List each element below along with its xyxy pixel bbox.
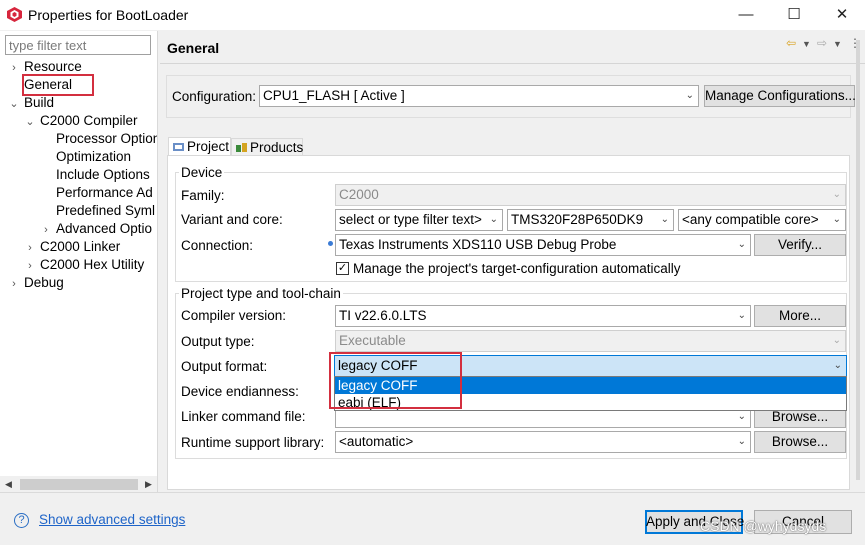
endianness-label: Device endianness: bbox=[181, 384, 299, 399]
toolchain-group-title: Project type and tool-chain bbox=[179, 286, 343, 301]
variant-select[interactable]: TMS320F28P650DK9 ⌄ bbox=[507, 209, 674, 231]
runtime-library-select[interactable]: <automatic> ⌄ bbox=[335, 431, 751, 453]
tree-item-label: Debug bbox=[24, 275, 64, 290]
expand-right-icon[interactable]: › bbox=[40, 221, 52, 239]
header-divider bbox=[160, 63, 865, 64]
core-select[interactable]: <any compatible core> ⌄ bbox=[678, 209, 846, 231]
tree-item-label: Performance Ad bbox=[56, 185, 153, 200]
manage-configurations-button[interactable]: Manage Configurations... bbox=[704, 85, 856, 107]
configuration-label: Configuration: bbox=[172, 89, 257, 104]
runtime-browse-button[interactable]: Browse... bbox=[754, 431, 846, 453]
tree-item[interactable]: › C2000 Hex Utility bbox=[0, 256, 157, 274]
vertical-scrollbar[interactable] bbox=[851, 32, 865, 492]
linker-command-file-label: Linker command file: bbox=[181, 409, 306, 424]
tree-item-label: C2000 Hex Utility bbox=[40, 257, 145, 272]
tree-item[interactable]: Optimization bbox=[0, 148, 157, 166]
chevron-down-icon: ⌄ bbox=[737, 239, 746, 250]
manage-target-config-checkbox[interactable]: ✓ bbox=[336, 262, 349, 275]
tree-item-label: Resource bbox=[24, 59, 82, 74]
title-bar: Properties for BootLoader — ☐ ✕ bbox=[0, 0, 865, 30]
forward-dropdown-icon[interactable]: ▼ bbox=[833, 39, 842, 49]
general-highlight-box bbox=[22, 74, 94, 96]
family-select: C2000 ⌄ bbox=[335, 184, 846, 206]
tree-item-label: C2000 Linker bbox=[40, 239, 121, 254]
chevron-down-icon: ⌄ bbox=[737, 436, 746, 447]
connection-label: Connection: bbox=[181, 238, 254, 253]
scroll-thumb[interactable] bbox=[856, 40, 860, 480]
chevron-down-icon: ⌄ bbox=[833, 360, 842, 371]
category-tree: › Resource General ⌄ Build ⌄ C2000 Compiler Pro… bbox=[0, 58, 157, 472]
tree-item-label: Predefined Syml bbox=[56, 203, 156, 218]
family-label: Family: bbox=[181, 188, 225, 203]
expand-down-icon[interactable]: ⌄ bbox=[8, 95, 20, 113]
output-type-select: Executable ⌄ bbox=[335, 330, 846, 352]
tree-item[interactable]: ⌄ C2000 Compiler bbox=[0, 112, 157, 130]
connection-select[interactable]: Texas Instruments XDS110 USB Debug Probe… bbox=[335, 234, 751, 256]
page-title: General bbox=[167, 40, 220, 56]
tree-item[interactable]: › Debug bbox=[0, 274, 157, 292]
expand-right-icon[interactable]: › bbox=[24, 239, 36, 257]
verify-button[interactable]: Verify... bbox=[754, 234, 846, 256]
chevron-down-icon: ⌄ bbox=[660, 214, 669, 225]
runtime-library-label: Runtime support library: bbox=[181, 435, 325, 450]
output-format-highlight-box bbox=[329, 352, 462, 409]
expand-right-icon[interactable]: › bbox=[8, 275, 20, 293]
chevron-down-icon: ⌄ bbox=[737, 310, 746, 321]
tree-item[interactable]: › Advanced Optio bbox=[0, 220, 157, 238]
more-button[interactable]: More... bbox=[754, 305, 846, 327]
category-panel: ›ResourceGeneral⌄Build⌄C2000 CompilerPro… bbox=[0, 31, 158, 493]
horizontal-scrollbar[interactable]: ◀ ▶ bbox=[0, 476, 157, 493]
app-logo-icon bbox=[7, 7, 22, 22]
close-button[interactable]: ✕ bbox=[819, 0, 865, 30]
chevron-down-icon: ⌄ bbox=[832, 214, 841, 225]
tree-item-label: Optimization bbox=[56, 149, 132, 164]
help-icon[interactable]: ? bbox=[14, 513, 29, 528]
expand-right-icon[interactable]: › bbox=[8, 59, 20, 77]
output-type-label: Output type: bbox=[181, 334, 255, 349]
show-advanced-settings-link[interactable]: Show advanced settings bbox=[39, 512, 185, 527]
tree-item-label: Processor Option bbox=[56, 131, 157, 146]
expand-right-icon[interactable]: › bbox=[24, 257, 36, 275]
tab-project[interactable]: Project bbox=[168, 137, 231, 157]
tree-item-label: Advanced Optio bbox=[56, 221, 153, 236]
forward-arrow-icon[interactable]: ⇨ bbox=[817, 36, 827, 50]
device-group-title: Device bbox=[179, 165, 225, 180]
window-title: Properties for BootLoader bbox=[28, 7, 189, 23]
minimize-button[interactable]: — bbox=[723, 0, 769, 30]
chevron-down-icon: ⌄ bbox=[832, 189, 841, 200]
tree-item-label: Include Options bbox=[56, 167, 150, 182]
tree-item[interactable]: Performance Ad bbox=[0, 184, 157, 202]
variant-label: Variant and core: bbox=[181, 212, 283, 227]
configuration-value: CPU1_FLASH [ Active ] bbox=[263, 88, 405, 103]
chevron-down-icon: ⌄ bbox=[685, 90, 694, 101]
scroll-thumb[interactable] bbox=[20, 479, 138, 490]
project-tab-icon bbox=[173, 143, 184, 151]
output-format-label: Output format: bbox=[181, 359, 268, 374]
chevron-down-icon: ⌄ bbox=[489, 214, 498, 225]
watermark: CSDN @wyhydsyds bbox=[700, 518, 827, 534]
connection-status-dot-icon bbox=[328, 241, 333, 246]
filter-input[interactable] bbox=[5, 35, 151, 55]
scroll-right-icon[interactable]: ▶ bbox=[140, 476, 157, 493]
compiler-version-label: Compiler version: bbox=[181, 308, 287, 323]
scroll-left-icon[interactable]: ◀ bbox=[0, 476, 17, 493]
manage-target-config-label: Manage the project's target-configuratio… bbox=[353, 261, 681, 276]
maximize-button[interactable]: ☐ bbox=[771, 0, 817, 30]
back-arrow-icon[interactable]: ⇦ bbox=[786, 36, 796, 50]
tree-item-label: C2000 Compiler bbox=[40, 113, 138, 128]
compiler-version-select[interactable]: TI v22.6.0.LTS ⌄ bbox=[335, 305, 751, 327]
tree-item[interactable]: Predefined Syml bbox=[0, 202, 157, 220]
tree-item[interactable]: Processor Option bbox=[0, 130, 157, 148]
tree-item[interactable]: Include Options bbox=[0, 166, 157, 184]
configuration-select[interactable]: CPU1_FLASH [ Active ] ⌄ bbox=[259, 85, 699, 107]
tree-item-label: Build bbox=[24, 95, 55, 110]
chevron-down-icon: ⌄ bbox=[832, 335, 841, 346]
back-dropdown-icon[interactable]: ▼ bbox=[802, 39, 811, 49]
tree-item[interactable]: ⌄ Build bbox=[0, 94, 157, 112]
variant-filter-select[interactable]: select or type filter text> ⌄ bbox=[335, 209, 503, 231]
tree-item[interactable]: › C2000 Linker bbox=[0, 238, 157, 256]
expand-down-icon[interactable]: ⌄ bbox=[24, 113, 36, 131]
products-tab-icon bbox=[236, 143, 247, 152]
